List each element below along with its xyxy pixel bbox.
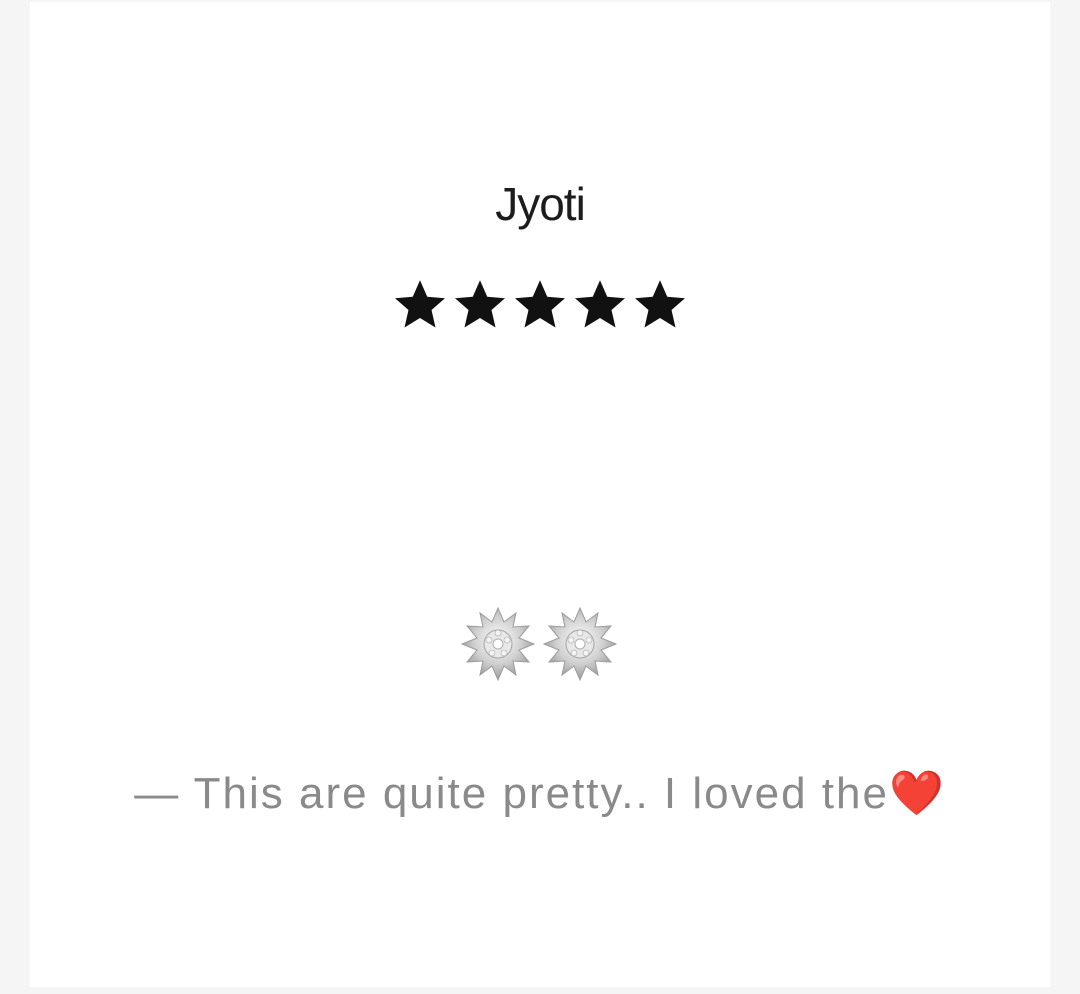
star-icon [630, 274, 690, 334]
earrings-image [460, 602, 620, 686]
quote-dash: — [134, 769, 181, 818]
review-quote: — This are quite pretty.. I loved the❤️ [30, 764, 1050, 824]
reviewer-name: Jyoti [495, 178, 586, 230]
star-icon [390, 274, 450, 334]
heart-icon: ❤️ [888, 769, 946, 818]
star-burst-earrings-icon [460, 606, 618, 682]
quote-text: This are quite pretty.. I loved the [193, 769, 889, 818]
star-icon [570, 274, 630, 334]
star-icon [510, 274, 570, 334]
star-rating [30, 274, 1050, 364]
review-card: Jyoti — This are quite pretty.. I loved … [30, 2, 1050, 987]
star-icon [450, 274, 510, 334]
